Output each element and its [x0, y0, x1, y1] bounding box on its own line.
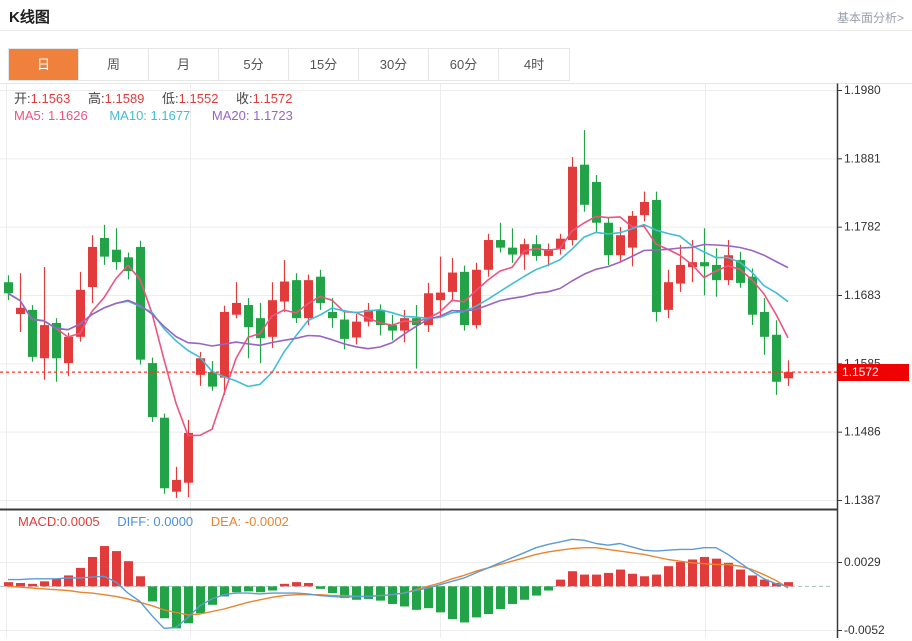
- grid-lines: [0, 84, 837, 638]
- close-value: 1.1572: [253, 91, 293, 106]
- kline-page: { "header": { "title": "K线图", "link": "基…: [0, 0, 912, 641]
- macd-value: MACD:0.0005: [18, 514, 100, 529]
- tab-daily[interactable]: 日: [9, 49, 79, 80]
- low-value: 1.1552: [179, 91, 219, 106]
- open-label: 开:: [14, 91, 31, 106]
- svg-text:1.1881: 1.1881: [844, 151, 881, 165]
- ma-readout: MA5: 1.1626 MA10: 1.1677 MA20: 1.1723: [14, 108, 311, 123]
- tab-30min[interactable]: 30分: [359, 49, 429, 80]
- close-label: 收:: [236, 91, 253, 106]
- tab-60min[interactable]: 60分: [429, 49, 499, 80]
- svg-text:1.1782: 1.1782: [844, 220, 881, 234]
- tab-4hour[interactable]: 4时: [499, 49, 569, 80]
- ma20-value: MA20: 1.1723: [212, 108, 293, 123]
- high-label: 高:: [88, 91, 105, 106]
- high-value: 1.1589: [105, 91, 145, 106]
- svg-text:1.1980: 1.1980: [844, 83, 881, 97]
- svg-text:0.0029: 0.0029: [844, 555, 881, 569]
- low-label: 低:: [162, 91, 179, 106]
- ma5-value: MA5: 1.1626: [14, 108, 88, 123]
- macd-readout: MACD:0.0005 DIFF: 0.0000 DEA: -0.0002: [18, 514, 303, 529]
- svg-text:-0.0052: -0.0052: [844, 623, 885, 637]
- tab-15min[interactable]: 15分: [289, 49, 359, 80]
- svg-text:1.1486: 1.1486: [844, 425, 881, 439]
- diff-value: DIFF: 0.0000: [117, 514, 193, 529]
- ohlc-readout: 开:1.1563 高:1.1589 低:1.1552 收:1.1572: [14, 88, 306, 107]
- ma-lines: [8, 216, 788, 435]
- open-value: 1.1563: [31, 91, 71, 106]
- dea-value: DEA: -0.0002: [211, 514, 289, 529]
- svg-text:1.1387: 1.1387: [844, 493, 881, 507]
- tab-5min[interactable]: 5分: [219, 49, 289, 80]
- timeframe-tabs: 日 周 月 5分 15分 30分 60分 4时: [8, 48, 570, 81]
- ma10-value: MA10: 1.1677: [109, 108, 190, 123]
- y-axis-labels: 1.19801.18811.17821.16831.15851.14861.13…: [837, 83, 885, 637]
- tab-monthly[interactable]: 月: [149, 49, 219, 80]
- svg-text:1.1683: 1.1683: [844, 288, 881, 302]
- tab-weekly[interactable]: 周: [79, 49, 149, 80]
- price-tag: 1.1572: [838, 364, 909, 381]
